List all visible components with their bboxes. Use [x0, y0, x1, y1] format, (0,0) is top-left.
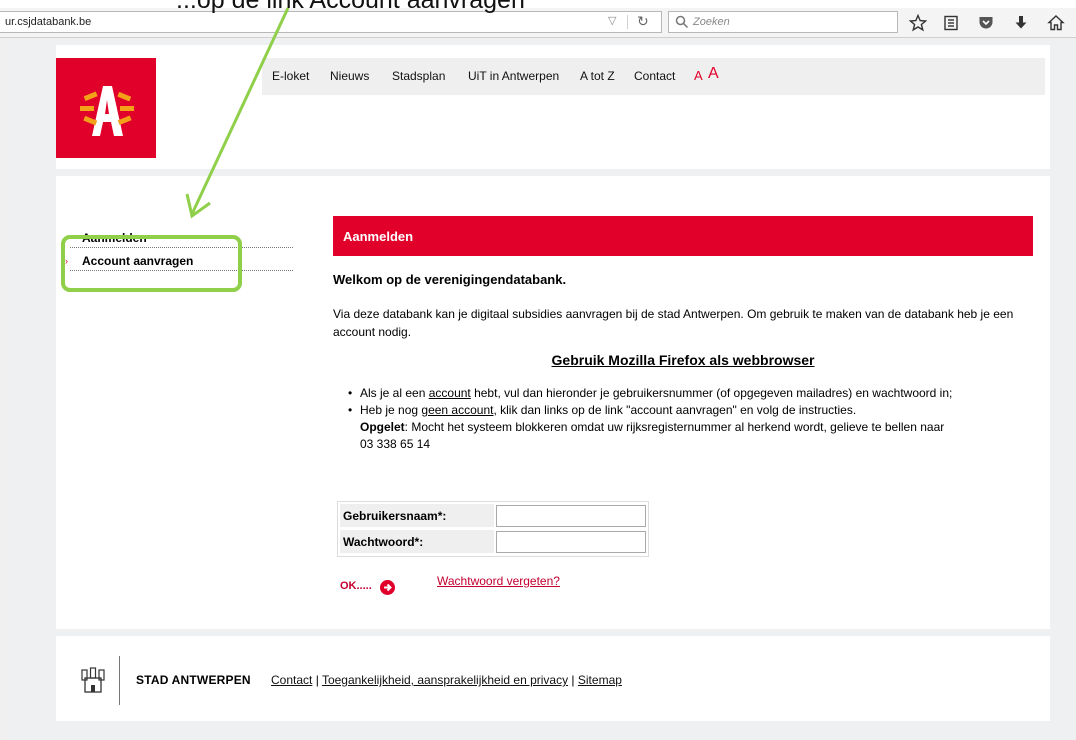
annotation-highlight-box [61, 235, 242, 292]
annotation-arrow-icon [185, 7, 290, 219]
